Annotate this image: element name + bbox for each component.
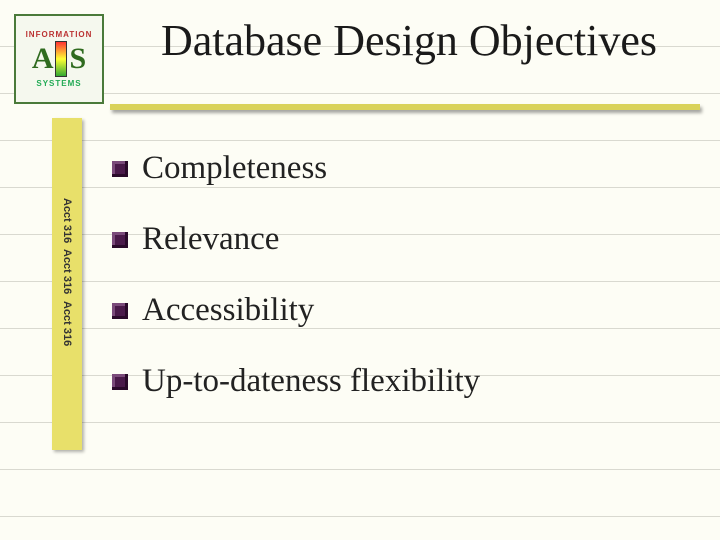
bullet-icon xyxy=(112,232,128,248)
slide-title: Database Design Objectives xyxy=(118,18,700,64)
bullet-text: Accessibility xyxy=(142,292,314,329)
logo-letter-a: A xyxy=(32,44,54,74)
logo-letter-s: S xyxy=(69,44,86,74)
logo-letter-i-bar xyxy=(55,41,67,77)
bullet-icon xyxy=(112,303,128,319)
bullet-text: Relevance xyxy=(142,221,279,258)
list-item: Up-to-dateness flexibility xyxy=(112,363,690,400)
logo-top-text: INFORMATION xyxy=(26,30,93,39)
bullet-text: Up-to-dateness flexibility xyxy=(142,363,480,400)
title-underline xyxy=(110,104,700,110)
list-item: Accessibility xyxy=(112,292,690,329)
logo-bottom-text: SYSTEMS xyxy=(36,79,81,88)
strip-text-2: Acct 316 xyxy=(61,249,73,294)
bullet-list: Completeness Relevance Accessibility Up-… xyxy=(112,150,690,434)
bullet-text: Completeness xyxy=(142,150,327,187)
strip-text-1: Acct 316 xyxy=(61,198,73,243)
bullet-icon xyxy=(112,374,128,390)
bullet-icon xyxy=(112,161,128,177)
logo-letters: A S xyxy=(32,41,86,77)
ais-logo: INFORMATION A S SYSTEMS xyxy=(14,14,104,104)
vertical-strip: Acct 316 Acct 316 Acct 316 xyxy=(52,118,82,450)
list-item: Relevance xyxy=(112,221,690,258)
list-item: Completeness xyxy=(112,150,690,187)
strip-text-3: Acct 316 xyxy=(61,301,73,346)
